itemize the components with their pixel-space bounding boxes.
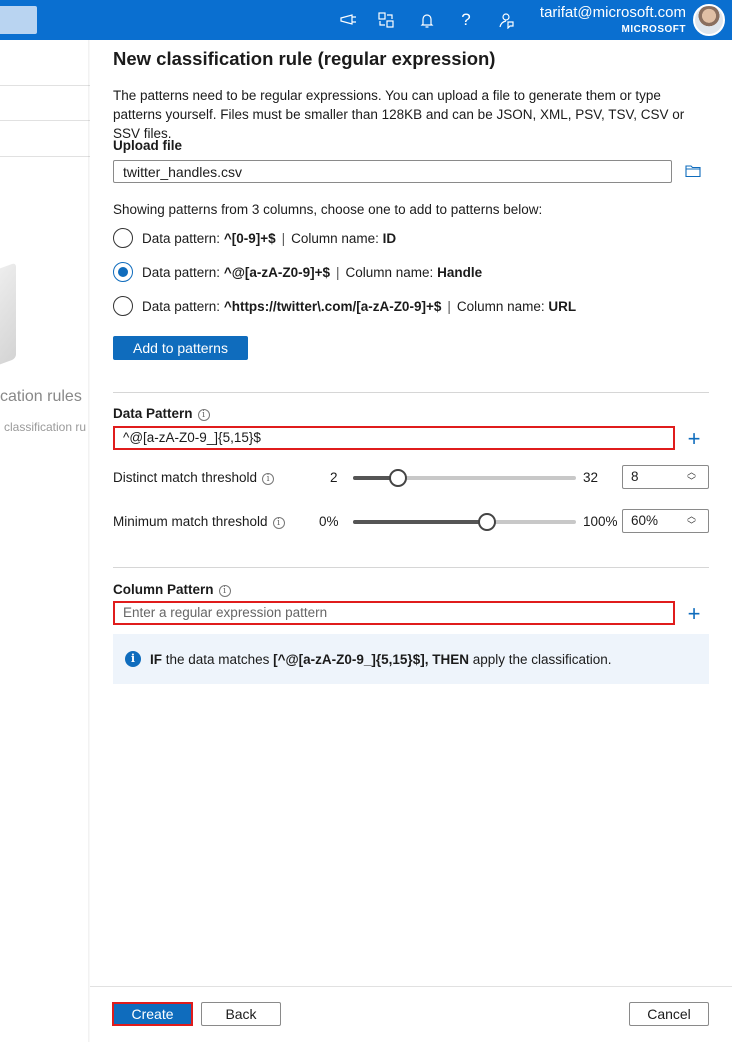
then-keyword: THEN — [432, 651, 469, 667]
pattern-option-url[interactable]: Data pattern: ^https://twitter\.com/[a-z… — [113, 296, 576, 316]
divider — [113, 567, 709, 568]
panel-description: The patterns need to be regular expressi… — [113, 88, 685, 141]
distinct-min: 2 — [330, 470, 338, 485]
pattern-prefix: Data pattern: — [142, 298, 221, 314]
separator: | — [447, 298, 451, 314]
distinct-threshold-value: 8 — [631, 469, 639, 484]
pattern-prefix: Data pattern: — [142, 230, 221, 246]
minimum-slider-thumb[interactable] — [477, 513, 496, 531]
background-subtitle: classification ru — [4, 420, 87, 434]
data-pattern-input[interactable]: ^@[a-zA-Z0-9_]{5,15}$ — [113, 426, 675, 450]
pattern-option-handle[interactable]: Data pattern: ^@[a-zA-Z0-9]+$ | Column n… — [113, 262, 482, 282]
background-page: cation rules classification ru — [0, 40, 90, 1042]
pattern-value: ^@[a-zA-Z0-9]+$ — [223, 264, 330, 280]
search-box[interactable] — [0, 6, 37, 34]
top-bar: ? tarifat@microsoft.com MICROSOFT — [0, 0, 732, 40]
column-label: Column name: — [456, 298, 545, 314]
distinct-threshold-input[interactable]: 8 ︿ ﹀ — [622, 465, 709, 489]
minimum-max: 100% — [583, 514, 618, 529]
info-icon[interactable]: i — [272, 517, 285, 529]
distinct-threshold-label-text: Distinct match threshold — [113, 470, 258, 485]
divider — [113, 392, 709, 393]
radio-button-selected[interactable] — [113, 262, 133, 282]
info-text: the data matches — [165, 651, 270, 667]
pattern-value: ^https://twitter\.com/[a-zA-Z0-9]+$ — [223, 298, 442, 314]
pattern-prefix: Data pattern: — [142, 264, 221, 280]
data-pattern-label: Data Pattern i — [113, 406, 210, 421]
distinct-max: 32 — [583, 470, 599, 485]
minimum-threshold-input[interactable]: 60% ︿ ﹀ — [622, 509, 709, 533]
background-title: cation rules — [0, 388, 82, 405]
divider — [0, 156, 90, 157]
info-pattern: [^@[a-zA-Z0-9_]{5,15}$], — [273, 651, 429, 667]
switch-directory-icon[interactable] — [372, 6, 400, 34]
pattern-option-id[interactable]: Data pattern: ^[0-9]+$ | Column name: ID — [113, 228, 396, 248]
minimum-slider-fill — [353, 520, 487, 524]
announcement-icon[interactable] — [335, 6, 363, 34]
upload-file-input[interactable]: twitter_handles.csv — [113, 160, 672, 183]
divider — [0, 85, 90, 86]
info-icon[interactable]: i — [197, 409, 210, 421]
folder-icon[interactable] — [685, 164, 701, 178]
column-name: Handle — [437, 264, 483, 280]
radio-button[interactable] — [113, 228, 133, 248]
help-icon[interactable]: ? — [452, 6, 480, 34]
notifications-icon[interactable] — [413, 6, 441, 34]
spin-arrows-icon[interactable]: ︿ ﹀ — [687, 468, 696, 486]
footer-divider — [90, 986, 732, 987]
column-pattern-label: Column Pattern i — [113, 582, 231, 597]
back-button[interactable]: Back — [201, 1002, 281, 1026]
showing-patterns-text: Showing patterns from 3 columns, choose … — [113, 202, 543, 217]
account-info[interactable]: tarifat@microsoft.com MICROSOFT — [540, 4, 686, 37]
separator: | — [281, 230, 286, 246]
rule-summary-infobar: i IF the data matches [^@[a-zA-Z0-9_]{5,… — [113, 634, 709, 684]
column-label: Column name: — [291, 230, 379, 246]
info-icon[interactable]: i — [262, 473, 275, 485]
separator: | — [336, 264, 340, 280]
add-data-pattern-icon[interactable]: + — [686, 428, 702, 450]
avatar[interactable] — [693, 4, 725, 36]
column-name: URL — [548, 298, 577, 314]
distinct-slider-thumb[interactable] — [388, 469, 407, 487]
create-button[interactable]: Create — [112, 1002, 193, 1026]
column-name: ID — [382, 230, 397, 246]
empty-state-illustration — [0, 262, 16, 370]
spin-arrows-icon[interactable]: ︿ ﹀ — [687, 512, 696, 530]
info-filled-icon: i — [125, 651, 141, 667]
panel-title: New classification rule (regular express… — [113, 48, 496, 69]
info-text: apply the classification. — [472, 651, 612, 667]
data-pattern-label-text: Data Pattern — [113, 406, 193, 421]
distinct-threshold-label: Distinct match threshold i — [113, 470, 275, 485]
column-pattern-label-text: Column Pattern — [113, 582, 214, 597]
minimum-threshold-value: 60% — [631, 513, 659, 528]
pattern-value: ^[0-9]+$ — [223, 230, 276, 246]
add-column-pattern-icon[interactable]: + — [686, 603, 702, 625]
account-email: tarifat@microsoft.com — [539, 4, 686, 21]
feedback-icon[interactable] — [492, 6, 520, 34]
minimum-min: 0% — [319, 514, 339, 529]
minimum-threshold-label: Minimum match threshold i — [113, 514, 285, 529]
column-label: Column name: — [345, 264, 434, 280]
cancel-button[interactable]: Cancel — [629, 1002, 709, 1026]
divider — [0, 120, 90, 121]
add-to-patterns-button[interactable]: Add to patterns — [113, 336, 248, 360]
account-tenant: MICROSOFT — [621, 24, 686, 35]
radio-button[interactable] — [113, 296, 133, 316]
column-pattern-input[interactable]: Enter a regular expression pattern — [113, 601, 675, 625]
info-icon[interactable]: i — [218, 585, 231, 597]
classification-rule-panel: New classification rule (regular express… — [90, 40, 732, 1042]
if-keyword: IF — [150, 651, 162, 667]
minimum-threshold-label-text: Minimum match threshold — [113, 514, 268, 529]
upload-file-label: Upload file — [113, 138, 183, 153]
